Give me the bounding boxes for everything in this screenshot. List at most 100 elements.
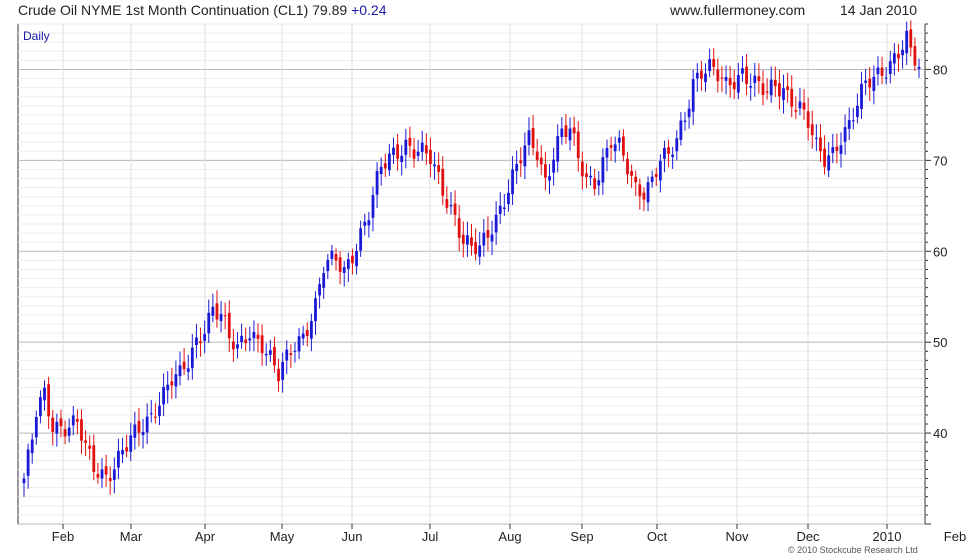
candle-up <box>482 232 486 246</box>
candle-down <box>474 242 478 255</box>
candle-up <box>207 312 211 334</box>
candle-up <box>112 469 116 480</box>
candle-down <box>396 144 400 159</box>
candle-up <box>141 431 145 436</box>
candle-up <box>658 161 662 181</box>
candle-up <box>589 175 592 178</box>
candle-down <box>125 447 129 452</box>
candle-down <box>104 466 108 475</box>
candle-up <box>420 142 424 152</box>
candle-up <box>240 335 243 343</box>
candle-down <box>486 229 490 238</box>
candle-up <box>22 478 26 484</box>
plot-area <box>17 23 926 525</box>
x-tick-label: Oct <box>647 529 668 544</box>
candle-up <box>724 76 728 81</box>
candle-up <box>847 120 851 129</box>
candle-up <box>355 251 358 267</box>
candle-down <box>256 334 260 339</box>
candle-up <box>814 137 818 139</box>
candle-down <box>277 368 280 382</box>
candle-down <box>609 145 613 148</box>
period-label: Daily <box>23 29 50 43</box>
candle-up <box>433 164 436 167</box>
candle-up <box>876 67 880 75</box>
candle-up <box>502 207 506 209</box>
x-tick-label: Mar <box>120 529 143 544</box>
candle-down <box>84 440 87 443</box>
candle-up <box>121 450 124 455</box>
candle-up <box>416 151 420 156</box>
candle-up <box>346 259 350 269</box>
candle-down <box>96 473 100 478</box>
candle-down <box>334 253 338 261</box>
candle-up <box>465 235 469 245</box>
x-tick-label: May <box>270 529 295 544</box>
candle-down <box>429 149 432 164</box>
candle-down <box>424 145 428 154</box>
candle-up <box>704 73 707 83</box>
candle-down <box>626 158 629 175</box>
candle-up <box>675 138 679 152</box>
candle-down <box>445 199 449 208</box>
candle-up <box>617 137 621 143</box>
candle-up <box>901 49 904 56</box>
candle-up <box>736 75 740 93</box>
candle-down <box>108 478 112 482</box>
candle-up <box>843 127 847 142</box>
candle-down <box>823 148 826 167</box>
candle-up <box>782 88 785 100</box>
candle-up <box>687 108 691 118</box>
candle-up <box>511 169 514 195</box>
candle-up <box>392 147 395 155</box>
candle-up <box>264 353 268 356</box>
candle-up <box>650 176 654 183</box>
candle-down <box>461 234 465 244</box>
candle-down <box>231 341 235 350</box>
candle-up <box>203 333 207 341</box>
candle-down <box>47 384 51 417</box>
copyright-notice: © 2010 Stockcube Research Ltd <box>788 545 918 555</box>
candle-down <box>351 255 354 264</box>
candle-down <box>153 416 157 418</box>
y-tick-label: 80 <box>933 62 947 77</box>
candle-up <box>297 336 301 352</box>
candle-down <box>289 353 293 355</box>
candle-up <box>691 79 695 112</box>
candle-down <box>761 83 765 96</box>
candle-down <box>909 29 913 48</box>
candle-up <box>322 273 326 288</box>
candle-down <box>638 184 642 197</box>
candle-up <box>404 139 408 155</box>
candle-down <box>519 160 523 164</box>
candle-up <box>252 331 256 339</box>
candle-up <box>741 68 744 74</box>
candle-up <box>162 386 165 405</box>
candle-up <box>548 176 551 181</box>
candle-up <box>856 105 859 117</box>
candle-down <box>712 59 716 67</box>
candle-down <box>383 163 387 169</box>
x-tick-label: Sep <box>570 529 593 544</box>
candle-up <box>367 220 371 226</box>
candle-down <box>437 165 441 172</box>
candle-up <box>917 66 921 69</box>
candle-up <box>30 439 34 454</box>
candle-down <box>778 83 781 97</box>
candle-up <box>905 30 909 54</box>
candle-down <box>470 237 473 246</box>
candle-up <box>568 128 572 141</box>
candle-down <box>580 161 584 177</box>
candle-up <box>379 166 383 175</box>
candle-down <box>720 77 724 79</box>
candle-down <box>622 136 625 156</box>
y-tick-label: 40 <box>933 426 947 441</box>
candle-down <box>642 192 646 200</box>
candle-up <box>798 101 802 109</box>
x-tick-label: Aug <box>498 529 521 544</box>
candle-down <box>819 137 822 152</box>
candle-up <box>827 155 831 171</box>
candle-up <box>527 130 531 145</box>
candle-up <box>490 234 494 242</box>
candle-up <box>646 182 650 203</box>
